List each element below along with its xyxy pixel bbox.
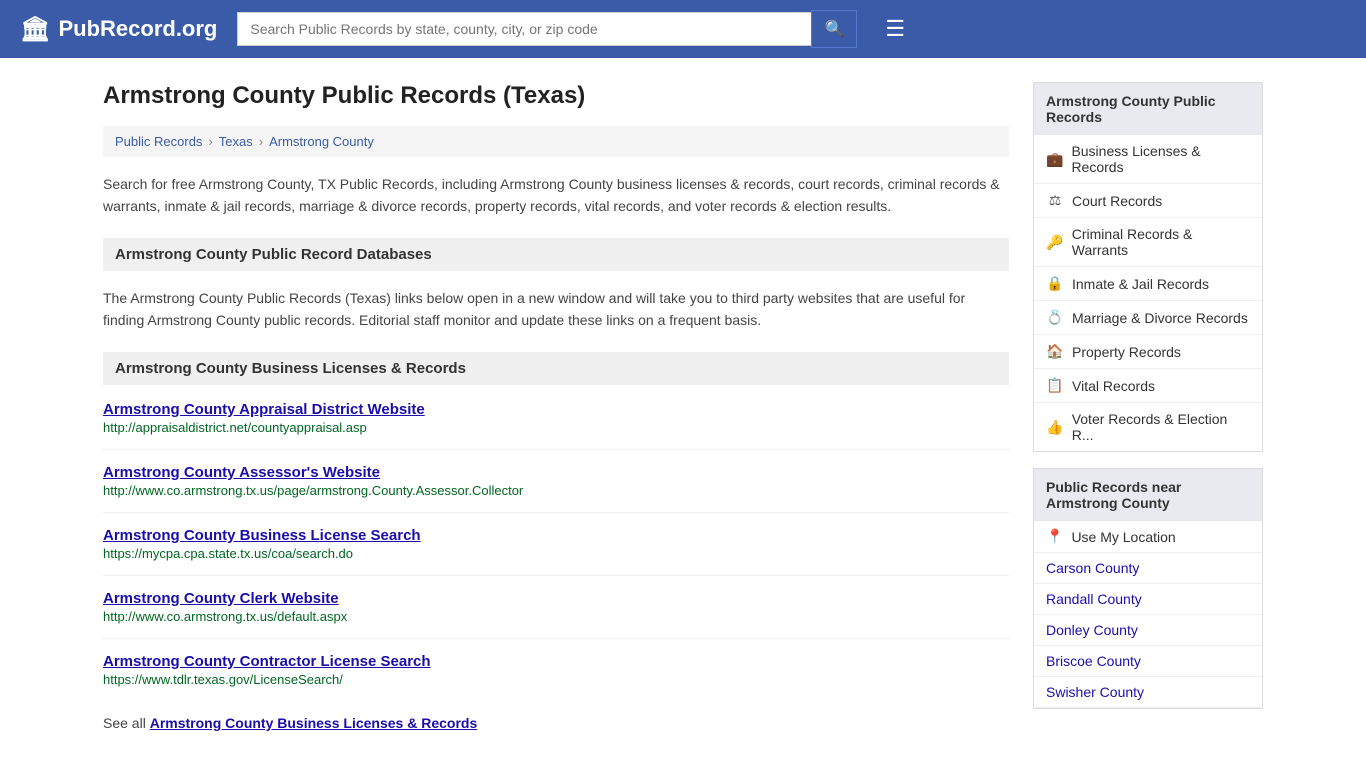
sidebar-nav-item-4[interactable]: 💍 Marriage & Divorce Records: [1034, 301, 1262, 335]
nav-icon-0: 💼: [1046, 151, 1063, 168]
breadcrumb-link-armstrong[interactable]: Armstrong County: [269, 134, 374, 149]
breadcrumb-sep-1: ›: [208, 134, 212, 149]
nav-icon-2: 🔑: [1046, 234, 1064, 251]
record-entry: Armstrong County Business License Search…: [103, 527, 1009, 576]
hamburger-button[interactable]: ☰: [885, 16, 905, 42]
see-all-text: See all Armstrong County Business Licens…: [103, 715, 1009, 731]
search-bar-wrapper: 🔍: [237, 10, 857, 48]
record-url-1: http://www.co.armstrong.tx.us/page/armst…: [103, 483, 1009, 498]
sidebar-nav-item-2[interactable]: 🔑 Criminal Records & Warrants: [1034, 218, 1262, 267]
breadcrumb: Public Records › Texas › Armstrong Count…: [103, 126, 1009, 157]
sidebar-nav-item-0[interactable]: 💼 Business Licenses & Records: [1034, 135, 1262, 184]
breadcrumb-sep-2: ›: [259, 134, 263, 149]
nav-icon-1: ⚖: [1046, 192, 1064, 209]
record-url-4: https://www.tdlr.texas.gov/LicenseSearch…: [103, 672, 1009, 687]
record-url-2: https://mycpa.cpa.state.tx.us/coa/search…: [103, 546, 1009, 561]
sidebar-nearby-box: Public Records near Armstrong County 📍 U…: [1033, 468, 1263, 709]
nav-label-5: Property Records: [1072, 344, 1181, 360]
nearby-county-4[interactable]: Swisher County: [1034, 677, 1262, 708]
business-section-header: Armstrong County Business Licenses & Rec…: [103, 352, 1009, 385]
nav-icon-5: 🏠: [1046, 343, 1064, 360]
use-location-item[interactable]: 📍 Use My Location: [1034, 521, 1262, 553]
sidebar-nav-item-3[interactable]: 🔒 Inmate & Jail Records: [1034, 267, 1262, 301]
search-icon: 🔍: [824, 21, 844, 38]
databases-section-description: The Armstrong County Public Records (Tex…: [103, 287, 1009, 332]
sidebar-public-records-box: Armstrong County Public Records 💼 Busine…: [1033, 82, 1263, 452]
nearby-county-2[interactable]: Donley County: [1034, 615, 1262, 646]
see-all-prefix: See all: [103, 715, 150, 731]
nav-icon-4: 💍: [1046, 309, 1064, 326]
nav-label-3: Inmate & Jail Records: [1072, 276, 1209, 292]
record-title-3[interactable]: Armstrong County Clerk Website: [103, 590, 1009, 607]
record-title-1[interactable]: Armstrong County Assessor's Website: [103, 464, 1009, 481]
sidebar-box-title: Armstrong County Public Records: [1034, 83, 1262, 135]
nav-label-2: Criminal Records & Warrants: [1072, 226, 1250, 258]
search-button[interactable]: 🔍: [811, 10, 857, 48]
search-input[interactable]: [237, 12, 811, 46]
nav-label-6: Vital Records: [1072, 378, 1155, 394]
nearby-county-1[interactable]: Randall County: [1034, 584, 1262, 615]
record-title-4[interactable]: Armstrong County Contractor License Sear…: [103, 653, 1009, 670]
use-location-label: Use My Location: [1071, 529, 1175, 545]
page-title: Armstrong County Public Records (Texas): [103, 82, 1009, 110]
nav-label-0: Business Licenses & Records: [1071, 143, 1250, 175]
record-title-2[interactable]: Armstrong County Business License Search: [103, 527, 1009, 544]
main-content: Armstrong County Public Records (Texas) …: [103, 82, 1009, 731]
sidebar-nav-item-5[interactable]: 🏠 Property Records: [1034, 335, 1262, 369]
breadcrumb-link-public-records[interactable]: Public Records: [115, 134, 202, 149]
record-entry: Armstrong County Appraisal District Webs…: [103, 401, 1009, 450]
nav-label-4: Marriage & Divorce Records: [1072, 310, 1248, 326]
logo-icon: 🏛: [20, 15, 50, 44]
nearby-header: Public Records near Armstrong County: [1034, 469, 1262, 521]
sidebar-nav-item-6[interactable]: 📋 Vital Records: [1034, 369, 1262, 403]
sidebar-nav-item-1[interactable]: ⚖ Court Records: [1034, 184, 1262, 218]
nav-label-7: Voter Records & Election R...: [1072, 411, 1250, 443]
nearby-counties-list: Carson CountyRandall CountyDonley County…: [1034, 553, 1262, 708]
hamburger-icon: ☰: [885, 16, 905, 41]
site-header: 🏛 PubRecord.org 🔍 ☰: [0, 0, 1366, 58]
logo-text: PubRecord.org: [58, 16, 217, 42]
sidebar: Armstrong County Public Records 💼 Busine…: [1033, 82, 1263, 731]
page-description: Search for free Armstrong County, TX Pub…: [103, 173, 1009, 218]
sidebar-nav-item-7[interactable]: 👍 Voter Records & Election R...: [1034, 403, 1262, 451]
record-title-0[interactable]: Armstrong County Appraisal District Webs…: [103, 401, 1009, 418]
nav-icon-6: 📋: [1046, 377, 1064, 394]
record-entry: Armstrong County Assessor's Website http…: [103, 464, 1009, 513]
nav-icon-7: 👍: [1046, 419, 1064, 436]
record-url-3: http://www.co.armstrong.tx.us/default.as…: [103, 609, 1009, 624]
business-records-list: Armstrong County Appraisal District Webs…: [103, 401, 1009, 701]
page-container: Armstrong County Public Records (Texas) …: [83, 58, 1283, 755]
record-url-0: http://appraisaldistrict.net/countyappra…: [103, 420, 1009, 435]
databases-section-header: Armstrong County Public Record Databases: [103, 238, 1009, 271]
nav-icon-3: 🔒: [1046, 275, 1064, 292]
site-logo[interactable]: 🏛 PubRecord.org: [20, 15, 217, 44]
nav-label-1: Court Records: [1072, 193, 1162, 209]
record-entry: Armstrong County Contractor License Sear…: [103, 653, 1009, 701]
breadcrumb-link-texas[interactable]: Texas: [219, 134, 253, 149]
record-entry: Armstrong County Clerk Website http://ww…: [103, 590, 1009, 639]
nearby-county-0[interactable]: Carson County: [1034, 553, 1262, 584]
location-icon: 📍: [1046, 528, 1063, 545]
nearby-county-3[interactable]: Briscoe County: [1034, 646, 1262, 677]
sidebar-nav-list: 💼 Business Licenses & Records ⚖ Court Re…: [1034, 135, 1262, 451]
see-all-link[interactable]: Armstrong County Business Licenses & Rec…: [150, 715, 478, 731]
